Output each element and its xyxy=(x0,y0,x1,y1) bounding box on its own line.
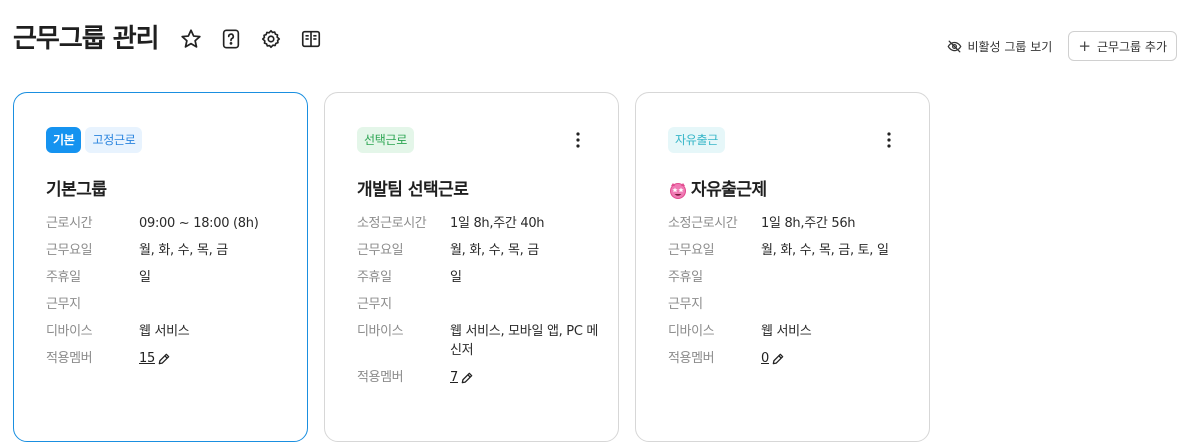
detail-value: 웹 서비스 xyxy=(761,324,812,339)
detail-row: 디바이스 웹 서비스 xyxy=(46,322,307,341)
edit-members-link[interactable]: 15 xyxy=(139,349,171,368)
detail-value xyxy=(139,295,289,314)
detail-label: 근무요일 xyxy=(357,243,404,258)
help-icon[interactable] xyxy=(219,27,243,51)
detail-row: 적용멤버 7 xyxy=(357,368,618,387)
detail-label: 적용멤버 xyxy=(357,370,404,385)
detail-value: 09:00 ~ 18:00 (8h) xyxy=(139,216,259,231)
detail-value: 웹 서비스, 모바일 앱, PC 메신저 xyxy=(450,324,599,358)
detail-value xyxy=(761,295,911,314)
detail-row: 근무지 xyxy=(46,295,307,314)
book-icon[interactable] xyxy=(299,27,323,51)
member-count-value: 7 xyxy=(450,370,458,385)
detail-label: 디바이스 xyxy=(357,324,404,339)
detail-row: 근로시간 09:00 ~ 18:00 (8h) xyxy=(46,214,307,233)
detail-value: 월, 화, 수, 목, 금 xyxy=(139,243,228,258)
group-name-text: 자유출근제 xyxy=(691,180,767,200)
detail-value: 일 xyxy=(139,270,151,285)
detail-row: 근무요일 월, 화, 수, 목, 금 xyxy=(46,241,307,260)
header-actions: 비활성 그룹 보기 + 근무그룹 추가 xyxy=(947,31,1177,61)
detail-label: 소정근로시간 xyxy=(357,216,427,231)
edit-members-link[interactable]: 0 xyxy=(761,349,785,368)
detail-row: 근무지 xyxy=(668,295,929,314)
detail-label: 근로시간 xyxy=(46,216,93,231)
detail-row: 주휴일 xyxy=(668,268,929,287)
page-title: 근무그룹 관리 xyxy=(13,24,160,54)
group-name-text: 개발팀 선택근로 xyxy=(357,180,469,200)
detail-label: 디바이스 xyxy=(668,324,715,339)
detail-row: 디바이스 웹 서비스, 모바일 앱, PC 메신저 xyxy=(357,322,618,360)
detail-label: 소정근로시간 xyxy=(668,216,738,231)
detail-label: 주휴일 xyxy=(668,270,703,285)
detail-row: 적용멤버 15 xyxy=(46,349,307,368)
detail-value xyxy=(450,295,600,314)
detail-label: 디바이스 xyxy=(46,324,93,339)
group-name-text: 기본그룹 xyxy=(46,180,107,200)
star-eyes-face-icon xyxy=(668,180,688,200)
detail-value: 월, 화, 수, 목, 금 xyxy=(450,243,539,258)
work-group-page: 근무그룹 관리 비활성 그룹 보기 + 근무그룹 추가 기본 고정근로 기본그룹… xyxy=(0,0,1183,448)
detail-label: 근무지 xyxy=(357,297,392,312)
detail-value: 월, 화, 수, 목, 금, 토, 일 xyxy=(761,243,889,258)
work-group-card[interactable]: 자유출근 자유출근제 소정근로시간 1일 8h,주간 56h 근무요일 월, 화… xyxy=(635,92,930,442)
detail-label: 주휴일 xyxy=(357,270,392,285)
detail-label: 적용멤버 xyxy=(46,351,93,366)
show-inactive-label: 비활성 그룹 보기 xyxy=(967,39,1053,54)
detail-row: 주휴일 일 xyxy=(357,268,618,287)
detail-value: 웹 서비스 xyxy=(139,324,190,339)
work-group-card[interactable]: 기본 고정근로 기본그룹 근로시간 09:00 ~ 18:00 (8h) 근무요일… xyxy=(13,92,308,442)
detail-label: 근무요일 xyxy=(668,243,715,258)
detail-value xyxy=(761,268,911,287)
more-options-button[interactable] xyxy=(879,130,899,150)
kebab-icon xyxy=(887,132,891,148)
detail-row: 주휴일 일 xyxy=(46,268,307,287)
more-options-button[interactable] xyxy=(568,130,588,150)
detail-row: 디바이스 웹 서비스 xyxy=(668,322,929,341)
detail-label: 적용멤버 xyxy=(668,351,715,366)
show-inactive-groups-button[interactable]: 비활성 그룹 보기 xyxy=(947,38,1052,55)
work-type-badge: 고정근로 xyxy=(85,127,143,153)
work-type-badge: 자유출근 xyxy=(668,127,725,153)
gear-icon[interactable] xyxy=(259,27,283,51)
add-work-group-label: 근무그룹 추가 xyxy=(1096,39,1167,54)
star-icon[interactable] xyxy=(179,27,203,51)
member-count: 7 xyxy=(450,368,600,387)
add-work-group-button[interactable]: + 근무그룹 추가 xyxy=(1068,31,1177,61)
work-type-badge: 선택근로 xyxy=(357,127,414,153)
group-details: 소정근로시간 1일 8h,주간 40h 근무요일 월, 화, 수, 목, 금 주휴일… xyxy=(357,214,618,387)
badge-list: 기본 고정근로 xyxy=(46,126,307,154)
edit-members-link[interactable]: 7 xyxy=(450,368,474,387)
group-details: 근로시간 09:00 ~ 18:00 (8h) 근무요일 월, 화, 수, 목, 금… xyxy=(46,214,307,368)
pencil-icon xyxy=(461,372,473,383)
detail-row: 근무요일 월, 화, 수, 목, 금, 토, 일 xyxy=(668,241,929,260)
detail-value: 1일 8h,주간 40h xyxy=(450,216,545,231)
page-header: 근무그룹 관리 xyxy=(13,20,339,58)
detail-row: 근무지 xyxy=(357,295,618,314)
member-count-value: 0 xyxy=(761,351,769,366)
detail-label: 근무요일 xyxy=(46,243,93,258)
detail-value: 1일 8h,주간 56h xyxy=(761,216,856,231)
detail-value: 일 xyxy=(450,270,462,285)
detail-label: 근무지 xyxy=(668,297,703,312)
member-count: 0 xyxy=(761,349,911,368)
eye-off-icon xyxy=(947,40,962,52)
detail-label: 근무지 xyxy=(46,297,81,312)
detail-row: 적용멤버 0 xyxy=(668,349,929,368)
member-count: 15 xyxy=(139,349,289,368)
detail-row: 소정근로시간 1일 8h,주간 40h xyxy=(357,214,618,233)
pencil-icon xyxy=(158,353,170,364)
member-count-value: 15 xyxy=(139,351,155,366)
group-name: 기본그룹 xyxy=(46,178,307,202)
group-name: 자유출근제 xyxy=(668,178,929,202)
group-details: 소정근로시간 1일 8h,주간 56h 근무요일 월, 화, 수, 목, 금, 토,… xyxy=(668,214,929,368)
default-badge: 기본 xyxy=(46,127,82,153)
work-group-card[interactable]: 선택근로 개발팀 선택근로 소정근로시간 1일 8h,주간 40h 근무요일 월, … xyxy=(324,92,619,442)
kebab-icon xyxy=(576,132,580,148)
detail-row: 근무요일 월, 화, 수, 목, 금 xyxy=(357,241,618,260)
pencil-icon xyxy=(772,353,784,364)
group-name: 개발팀 선택근로 xyxy=(357,178,618,202)
detail-row: 소정근로시간 1일 8h,주간 56h xyxy=(668,214,929,233)
detail-label: 주휴일 xyxy=(46,270,81,285)
plus-icon: + xyxy=(1078,36,1091,55)
